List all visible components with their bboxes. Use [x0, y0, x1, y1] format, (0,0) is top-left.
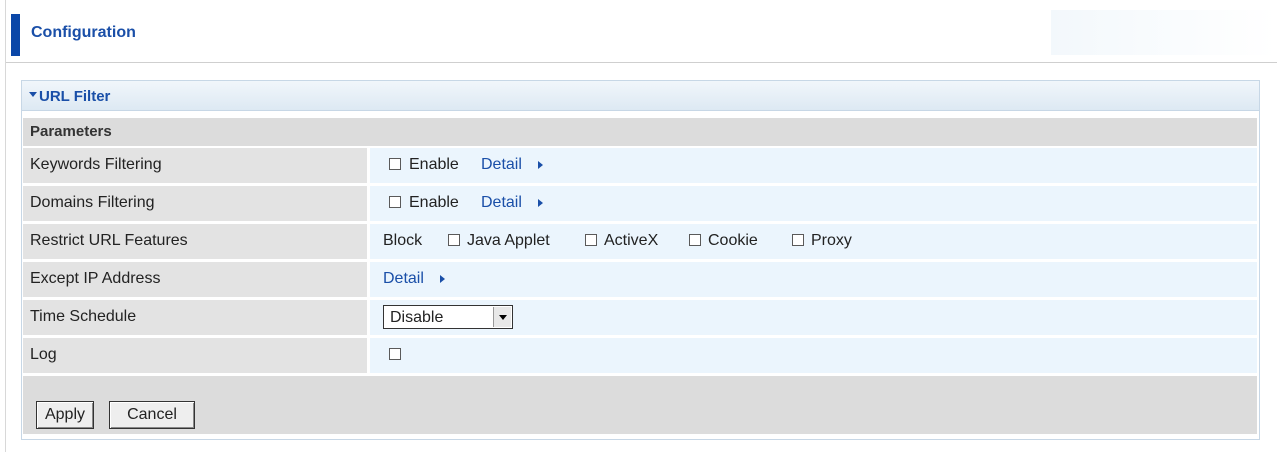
- domains-filtering-label: Domains Filtering: [30, 194, 155, 211]
- row-value-cell: [370, 338, 1257, 373]
- keywords-enable-label: Enable: [409, 156, 459, 173]
- parameters-header: Parameters: [23, 118, 1257, 146]
- log-label: Log: [30, 346, 57, 363]
- row-label-cell: Restrict URL Features: [23, 224, 367, 259]
- domains-detail-link[interactable]: Detail: [481, 194, 522, 212]
- detail-arrow-icon[interactable]: [538, 161, 543, 169]
- log-checkbox[interactable]: [389, 348, 401, 360]
- cancel-button[interactable]: Cancel: [109, 401, 195, 429]
- header-accent-bar: [11, 14, 20, 56]
- row-time-schedule: Time Schedule Disable: [23, 300, 1257, 335]
- restrict-url-features-label: Restrict URL Features: [30, 232, 188, 249]
- time-schedule-label: Time Schedule: [30, 308, 137, 325]
- dropdown-button[interactable]: [493, 307, 511, 327]
- row-except-ip-address: Except IP Address Detail: [23, 262, 1257, 297]
- url-filter-panel: URL Filter Parameters Keywords Filtering…: [21, 80, 1260, 440]
- keywords-enable-checkbox[interactable]: [389, 158, 401, 170]
- activex-label: ActiveX: [604, 232, 659, 249]
- header-gradient: [1051, 10, 1277, 55]
- parameters-label: Parameters: [30, 123, 112, 140]
- row-domains-filtering: Domains Filtering Enable Detail: [23, 186, 1257, 221]
- row-label-cell: Domains Filtering: [23, 186, 367, 221]
- apply-button[interactable]: Apply: [36, 401, 94, 429]
- row-value-cell: Detail: [370, 262, 1257, 297]
- collapse-arrow-icon[interactable]: [29, 92, 37, 97]
- page-left-border: [5, 0, 6, 452]
- row-label-cell: Except IP Address: [23, 262, 367, 297]
- row-value-cell: Enable Detail: [370, 186, 1257, 221]
- domains-enable-checkbox[interactable]: [389, 196, 401, 208]
- row-value-cell: Block Java Applet ActiveX Cookie Proxy: [370, 224, 1257, 259]
- row-label-cell: Time Schedule: [23, 300, 367, 335]
- java-applet-checkbox[interactable]: [448, 234, 460, 246]
- except-ip-address-label: Except IP Address: [30, 270, 161, 287]
- proxy-checkbox[interactable]: [792, 234, 804, 246]
- keywords-detail-link[interactable]: Detail: [481, 156, 522, 174]
- chevron-down-icon: [499, 315, 507, 320]
- proxy-label: Proxy: [811, 232, 852, 249]
- keywords-filtering-label: Keywords Filtering: [30, 156, 162, 173]
- detail-arrow-icon[interactable]: [440, 275, 445, 283]
- cookie-checkbox[interactable]: [689, 234, 701, 246]
- time-schedule-selected-value: Disable: [390, 309, 444, 326]
- activex-checkbox[interactable]: [585, 234, 597, 246]
- row-label-cell: Log: [23, 338, 367, 373]
- domains-enable-label: Enable: [409, 194, 459, 211]
- except-ip-detail-link[interactable]: Detail: [383, 270, 424, 288]
- button-bar: Apply Cancel: [23, 376, 1257, 434]
- row-log: Log: [23, 338, 1257, 373]
- cookie-label: Cookie: [708, 232, 758, 249]
- detail-arrow-icon[interactable]: [538, 199, 543, 207]
- row-restrict-url-features: Restrict URL Features Block Java Applet …: [23, 224, 1257, 259]
- page-title: Configuration: [31, 24, 136, 41]
- page-header: Configuration: [6, 0, 1277, 63]
- block-label: Block: [383, 232, 423, 249]
- row-keywords-filtering: Keywords Filtering Enable Detail: [23, 148, 1257, 183]
- section-title: URL Filter: [39, 88, 111, 105]
- java-applet-label: Java Applet: [467, 232, 550, 249]
- time-schedule-select[interactable]: Disable: [383, 305, 513, 329]
- section-header[interactable]: URL Filter: [22, 81, 1259, 111]
- row-value-cell: Disable: [370, 300, 1257, 335]
- row-label-cell: Keywords Filtering: [23, 148, 367, 183]
- row-value-cell: Enable Detail: [370, 148, 1257, 183]
